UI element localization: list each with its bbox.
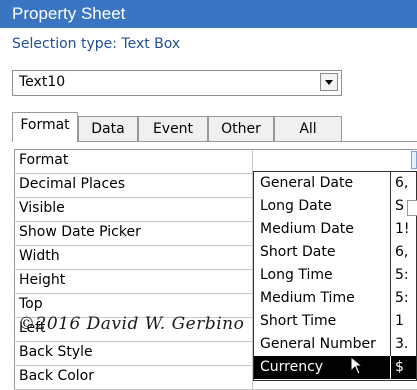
object-selector-combo[interactable]: Text10 [12, 70, 342, 96]
format-option-name: Medium Time [260, 290, 355, 306]
format-option-name: Long Time [260, 267, 333, 283]
format-option-name: General Number [260, 336, 376, 352]
format-option-short-time[interactable]: Short Time 1 [254, 310, 416, 333]
format-dropdown-button[interactable] [411, 151, 417, 169]
property-label: Show Date Picker [19, 224, 141, 240]
format-option-medium-date[interactable]: Medium Date 1! [254, 218, 416, 241]
format-option-sample: 1! [390, 218, 416, 241]
property-label: Format [19, 152, 69, 168]
format-option-name: Short Time [260, 313, 337, 329]
property-label: Height [19, 272, 66, 288]
tab-strip: Format Data Event Other All [12, 112, 417, 142]
property-label: Width [19, 248, 60, 264]
format-option-sample: 5: [390, 264, 416, 287]
window-title: Property Sheet [0, 0, 417, 28]
tab-data[interactable]: Data [78, 116, 138, 141]
format-option-name: Currency [260, 359, 324, 375]
format-option-name: General Date [260, 175, 354, 191]
property-label: Top [19, 296, 43, 312]
format-option-long-time[interactable]: Long Time 5: [254, 264, 416, 287]
object-selector-value: Text10 [19, 74, 66, 90]
selection-type-label: Selection type: Text Box [12, 36, 181, 52]
format-option-long-date[interactable]: Long Date S [254, 195, 416, 218]
format-dropdown-list: General Date 6, Long Date S Medium Date … [253, 171, 417, 381]
format-option-medium-time[interactable]: Medium Time 5: [254, 287, 416, 310]
format-option-sample: 6, [390, 241, 416, 264]
format-option-name: Medium Date [260, 221, 354, 237]
tab-all[interactable]: All [274, 116, 342, 141]
property-label: Visible [19, 200, 65, 216]
format-option-general-date[interactable]: General Date 6, [254, 172, 416, 195]
format-option-currency[interactable]: Currency $ [254, 356, 416, 379]
tab-format[interactable]: Format [12, 112, 78, 142]
dropdown-scroll-edge [407, 200, 417, 216]
format-option-sample: 3. [390, 333, 416, 356]
format-option-general-number[interactable]: General Number 3. [254, 333, 416, 356]
column-divider [252, 150, 253, 173]
format-option-sample: 5: [390, 287, 416, 310]
format-option-sample: 6, [390, 172, 416, 195]
mouse-pointer-icon [350, 356, 364, 375]
copyright-watermark: ©2016 David W. Gerbino [18, 314, 245, 334]
chevron-down-icon[interactable] [320, 73, 338, 91]
tab-other[interactable]: Other [208, 116, 274, 141]
format-option-sample: 1 [390, 310, 416, 333]
format-option-sample: $ [390, 356, 416, 379]
property-label: Back Color [19, 368, 94, 384]
tab-event[interactable]: Event [138, 116, 208, 141]
format-option-name: Short Date [260, 244, 336, 260]
property-label: Decimal Places [19, 176, 126, 192]
format-option-name: Long Date [260, 198, 332, 214]
format-option-short-date[interactable]: Short Date 6, [254, 241, 416, 264]
property-label: Back Style [19, 344, 93, 360]
